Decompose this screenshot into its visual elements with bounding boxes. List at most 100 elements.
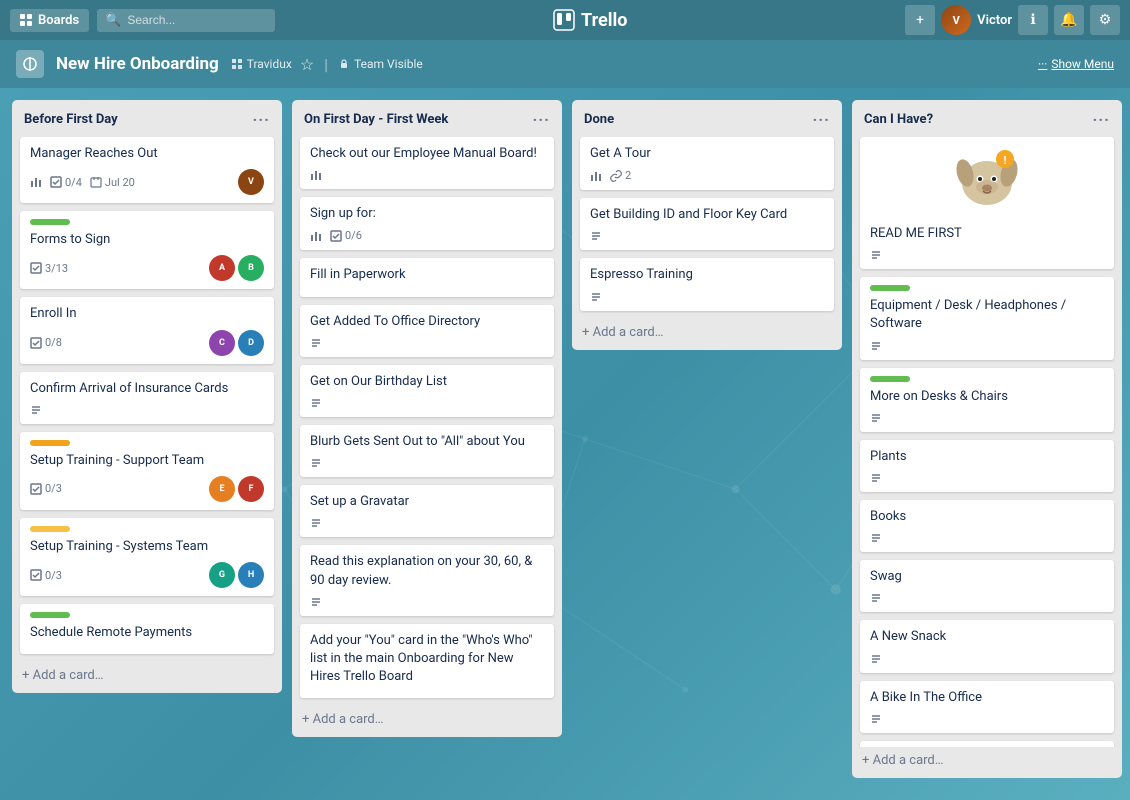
boards-label: Boards bbox=[38, 13, 79, 28]
card[interactable]: Get A Tour 2 bbox=[580, 137, 834, 190]
workspace-item[interactable]: Travidux bbox=[231, 57, 292, 71]
card[interactable]: Read this explanation on your 30, 60, & … bbox=[300, 545, 554, 615]
boards-button[interactable]: Boards bbox=[10, 9, 89, 32]
search-icon: 🔍 bbox=[105, 13, 121, 28]
column-cards: Manager Reaches Out 0/4 Jul 20 V Forms t… bbox=[12, 137, 282, 662]
card[interactable]: Check out our Employee Manual Board! bbox=[300, 137, 554, 189]
column-col1: Before First Day ··· Manager Reaches Out… bbox=[12, 100, 282, 693]
card-meta bbox=[870, 713, 1104, 725]
checklist-badge: 0/3 bbox=[30, 482, 62, 495]
separator: | bbox=[324, 55, 328, 74]
card-label bbox=[870, 285, 910, 291]
lock-icon bbox=[338, 58, 350, 70]
card-meta: 2 bbox=[590, 169, 824, 182]
card-meta-left bbox=[870, 412, 882, 424]
card[interactable]: Set up a Gravatar bbox=[300, 485, 554, 537]
card-meta bbox=[870, 249, 1104, 261]
card-title: Forms to Sign bbox=[30, 231, 264, 249]
card[interactable]: Equipment / Desk / Headphones / Software bbox=[860, 277, 1114, 359]
visibility-item[interactable]: Team Visible bbox=[338, 57, 423, 71]
card[interactable]: A Bike In The Office bbox=[860, 681, 1114, 733]
card-title: Schedule Remote Payments bbox=[30, 624, 264, 642]
card[interactable]: Fill in Paperwork bbox=[300, 258, 554, 296]
checklist-badge: 3/13 bbox=[30, 262, 68, 275]
card-meta-left bbox=[310, 169, 322, 181]
card[interactable]: More on Desks & Chairs bbox=[860, 368, 1114, 432]
username-label[interactable]: Victor bbox=[977, 13, 1012, 28]
card[interactable]: Books bbox=[860, 500, 1114, 552]
board-body: Before First Day ··· Manager Reaches Out… bbox=[0, 88, 1130, 800]
card[interactable]: Setup Training - Support Team 0/3 EF bbox=[20, 432, 274, 510]
card[interactable]: Confirm Arrival of Insurance Cards bbox=[20, 372, 274, 424]
workspace-label: Travidux bbox=[247, 57, 292, 71]
description-badge bbox=[310, 457, 322, 469]
add-card-button[interactable]: + Add a card… bbox=[572, 319, 842, 350]
card-title: Get Added To Office Directory bbox=[310, 313, 544, 331]
card[interactable]: Get on Our Birthday List bbox=[300, 365, 554, 417]
card[interactable]: Enroll In 0/8 CD bbox=[20, 297, 274, 363]
card[interactable]: Get Building ID and Floor Key Card bbox=[580, 198, 834, 250]
notifications-button[interactable]: 🔔 bbox=[1054, 5, 1084, 35]
board-header: New Hire Onboarding Travidux ☆ | Team Vi… bbox=[0, 40, 1130, 88]
add-button[interactable]: + bbox=[905, 5, 935, 35]
card-meta: 0/3 EF bbox=[30, 476, 264, 502]
link-badge: 2 bbox=[610, 169, 631, 182]
card[interactable]: A New Snack bbox=[860, 620, 1114, 672]
column-menu-icon[interactable]: ··· bbox=[533, 110, 550, 129]
column-menu-icon[interactable]: ··· bbox=[1093, 110, 1110, 129]
description-badge bbox=[870, 412, 882, 424]
board-columns: Before First Day ··· Manager Reaches Out… bbox=[0, 88, 1130, 800]
card-meta: 3/13 AB bbox=[30, 255, 264, 281]
nav-center: Trello bbox=[283, 9, 897, 31]
card-title: Setup Training - Support Team bbox=[30, 452, 264, 470]
search-bar[interactable]: 🔍 bbox=[97, 9, 275, 32]
search-input[interactable] bbox=[127, 13, 267, 27]
card-meta-left bbox=[870, 592, 882, 604]
card-title: Plants bbox=[870, 448, 1104, 466]
card[interactable]: Blurb Gets Sent Out to "All" about You bbox=[300, 425, 554, 477]
card[interactable]: Espresso Training bbox=[580, 258, 834, 310]
board-title[interactable]: New Hire Onboarding bbox=[56, 54, 219, 74]
card[interactable]: Add your "You" card in the "Who's Who" l… bbox=[300, 624, 554, 699]
card-meta-left: 0/3 bbox=[30, 569, 62, 582]
mini-avatar: E bbox=[209, 476, 235, 502]
user-avatar[interactable]: V bbox=[941, 5, 971, 35]
grid-icon bbox=[20, 14, 32, 26]
card[interactable]: Schedule Remote Payments bbox=[20, 604, 274, 654]
card[interactable]: Setup Training - Systems Team 0/3 GH bbox=[20, 518, 274, 596]
card[interactable]: ! READ ME FIRST bbox=[860, 137, 1114, 269]
date-badge: Jul 20 bbox=[90, 176, 135, 189]
info-button[interactable]: ℹ bbox=[1018, 5, 1048, 35]
show-menu-button[interactable]: ··· Show Menu bbox=[1038, 57, 1114, 71]
card[interactable]: Plants bbox=[860, 440, 1114, 492]
card-title: Get A Tour bbox=[590, 145, 824, 163]
column-menu-icon[interactable]: ··· bbox=[813, 110, 830, 129]
card-meta: 0/4 Jul 20 V bbox=[30, 169, 264, 195]
add-card-button[interactable]: + Add a card… bbox=[292, 706, 562, 737]
card-meta-left bbox=[310, 596, 322, 608]
card-title: Check out our Employee Manual Board! bbox=[310, 145, 544, 163]
bars-badge bbox=[310, 230, 322, 242]
trello-logo-icon bbox=[553, 9, 575, 31]
column-title: Before First Day bbox=[24, 112, 118, 127]
card-meta bbox=[30, 404, 264, 416]
bars-badge bbox=[310, 169, 322, 181]
column-menu-icon[interactable]: ··· bbox=[253, 110, 270, 129]
description-badge bbox=[870, 713, 882, 725]
settings-button[interactable]: ⚙ bbox=[1090, 5, 1120, 35]
column-col4: Can I Have? ··· bbox=[852, 100, 1122, 778]
card[interactable]: Swag bbox=[860, 560, 1114, 612]
add-card-button[interactable]: + Add a card… bbox=[12, 662, 282, 693]
column-title: Done bbox=[584, 112, 614, 127]
card[interactable]: Friends Visit for Lunch bbox=[860, 741, 1114, 747]
card[interactable]: Get Added To Office Directory bbox=[300, 305, 554, 357]
mini-avatar: B bbox=[238, 255, 264, 281]
card-meta-left bbox=[310, 337, 322, 349]
card[interactable]: Manager Reaches Out 0/4 Jul 20 V bbox=[20, 137, 274, 203]
star-button[interactable]: ☆ bbox=[300, 55, 314, 74]
card[interactable]: Sign up for: 0/6 bbox=[300, 197, 554, 250]
add-card-button[interactable]: + Add a card… bbox=[852, 747, 1122, 778]
description-badge bbox=[310, 596, 322, 608]
card-meta-left bbox=[30, 404, 42, 416]
card[interactable]: Forms to Sign 3/13 AB bbox=[20, 211, 274, 289]
